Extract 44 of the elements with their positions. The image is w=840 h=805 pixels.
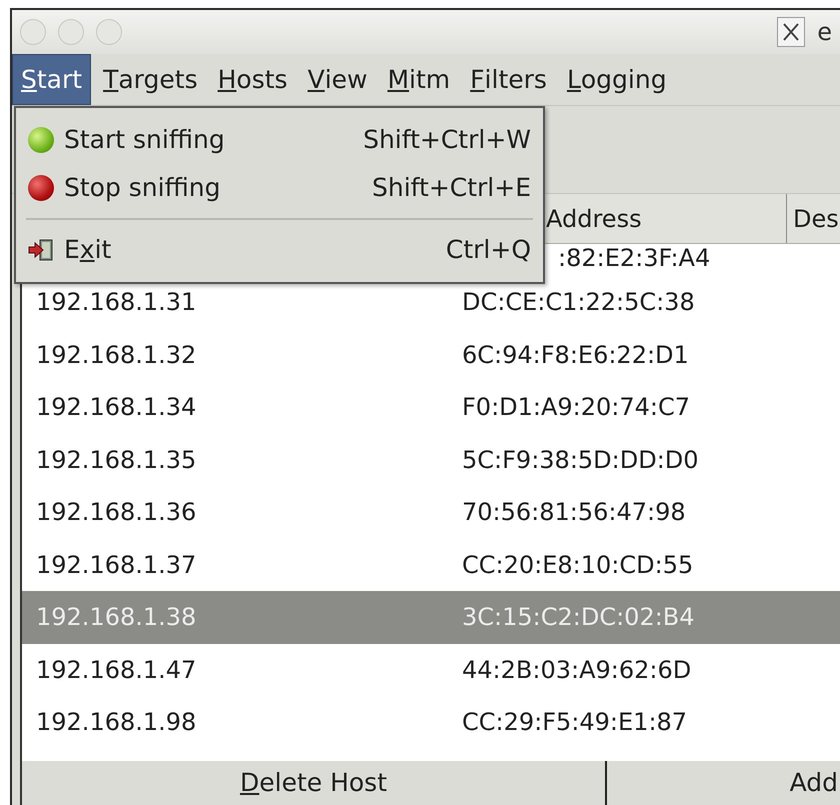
table-cell: 192.168.1.35 bbox=[36, 446, 196, 474]
shortcut-label: Shift+Ctrl+W bbox=[363, 124, 531, 156]
table-row[interactable]: 192.168.1.36 70:56:81:56:47:98 bbox=[22, 486, 840, 538]
table-cell: 192.168.1.47 bbox=[36, 656, 196, 684]
window-control-icon[interactable] bbox=[58, 19, 84, 45]
menu-item[interactable]: Mitm bbox=[379, 54, 458, 105]
table-cell: CC:20:E8:10:CD:55 bbox=[462, 550, 694, 579]
menu-item[interactable]: Logging bbox=[558, 54, 675, 105]
table-row[interactable]: 192.168.1.47 44:2B:03:A9:62:6D bbox=[22, 644, 840, 696]
window-title: e bbox=[817, 17, 832, 48]
table-row[interactable]: 192.168.1.37 CC:20:E8:10:CD:55 bbox=[22, 538, 840, 591]
exit-door-icon bbox=[28, 238, 54, 262]
window-control-icon[interactable] bbox=[20, 19, 46, 45]
table-cell: 192.168.1.37 bbox=[36, 550, 196, 579]
app-icon bbox=[777, 17, 806, 47]
table-cell: 5C:F9:38:5D:DD:D0 bbox=[462, 446, 699, 474]
menu-item[interactable]: Filters bbox=[462, 54, 555, 105]
table-cell: 44:2B:03:A9:62:6D bbox=[462, 656, 692, 684]
table-row[interactable]: 192.168.1.98 CC:29:F5:49:E1:87 bbox=[22, 696, 840, 748]
table-cell: CC:29:F5:49:E1:87 bbox=[462, 708, 688, 736]
table-cell: 192.168.1.38 bbox=[36, 603, 196, 632]
menu-item[interactable]: View bbox=[300, 54, 376, 105]
table-row[interactable]: 192.168.1.35 5C:F9:38:5D:DD:D0 bbox=[22, 434, 840, 486]
table-cell: 70:56:81:56:47:98 bbox=[462, 498, 686, 526]
table-cell: DC:CE:C1:22:5C:38 bbox=[462, 288, 695, 316]
table-cell: F0:D1:A9:20:74:C7 bbox=[462, 393, 690, 422]
column-header[interactable]: Des bbox=[787, 194, 840, 243]
menu-item[interactable]: Start bbox=[12, 54, 92, 105]
table-row[interactable]: 192.168.1.34 F0:D1:A9:20:74:C7 bbox=[22, 381, 840, 434]
table-row[interactable]: 192.168.1.32 6C:94:F8:E6:22:D1 bbox=[22, 328, 840, 381]
menu-entry-label: Stop sniffing bbox=[64, 172, 220, 204]
menu-entry[interactable]: Start sniffing Shift+Ctrl+W bbox=[16, 116, 543, 164]
table-cell: 192.168.1.34 bbox=[36, 393, 196, 422]
table-cell: 192.168.1.32 bbox=[36, 340, 196, 369]
window-control-icon[interactable] bbox=[96, 19, 122, 45]
table-cell: 6C:94:F8:E6:22:D1 bbox=[462, 340, 689, 369]
menu-item[interactable]: Hosts bbox=[210, 54, 296, 105]
table-cell: 192.168.1.31 bbox=[36, 288, 196, 316]
menu-entry-label: Exit bbox=[64, 234, 112, 266]
menu-entry-label: Start sniffing bbox=[64, 124, 225, 156]
table-cell: 3C:15:C2:DC:02:B4 bbox=[462, 603, 695, 632]
menu-item[interactable]: Targets bbox=[95, 54, 206, 105]
table-cell: 192.168.1.36 bbox=[36, 498, 196, 526]
table-cell: 192.168.1.98 bbox=[36, 708, 196, 736]
